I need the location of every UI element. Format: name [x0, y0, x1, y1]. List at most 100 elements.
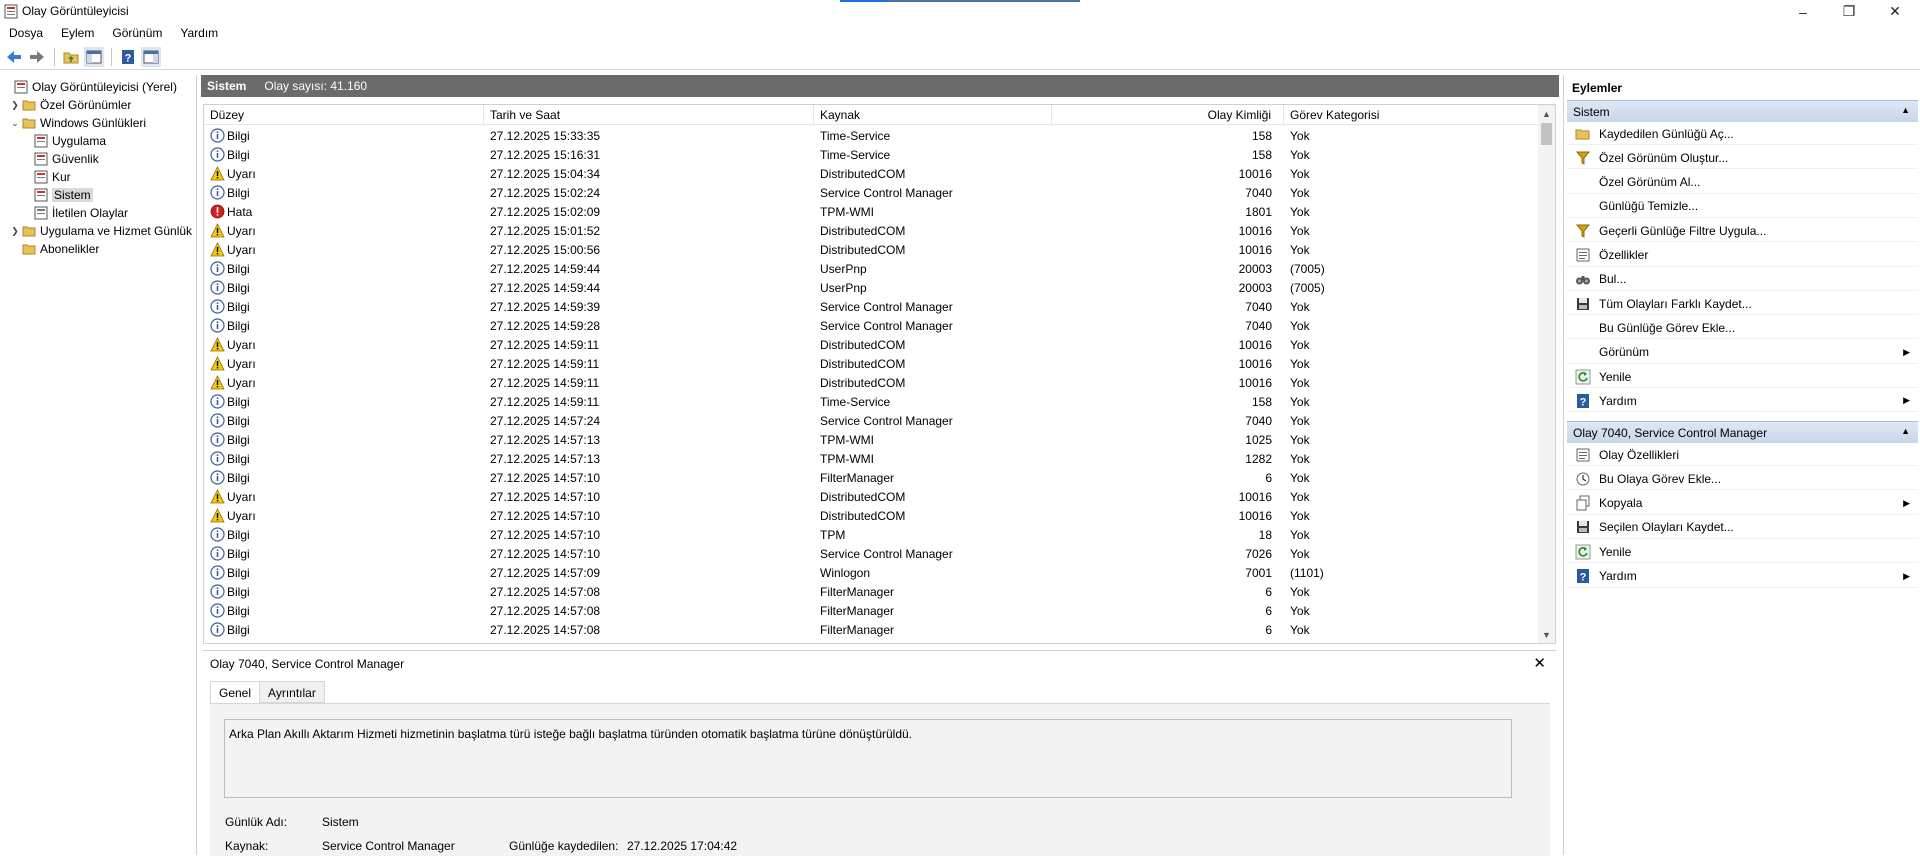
collapse-up-icon[interactable]: ▲: [1901, 426, 1910, 436]
action-item[interactable]: Görünüm ▶: [1567, 342, 1918, 364]
submenu-arrow-icon: ▶: [1903, 497, 1910, 508]
tree-app-service-logs-label: Uygulama ve Hizmet Günlük: [40, 224, 193, 238]
actions-section-header[interactable]: Olay 7040, Service Control Manager ▲: [1567, 421, 1918, 443]
menu-help[interactable]: Yardım: [171, 23, 227, 43]
table-row[interactable]: Hata 27.12.2025 15:02:09 TPM-WMI 1801 Yok: [204, 202, 1539, 221]
tree-app-service-logs[interactable]: ❯ Uygulama ve Hizmet Günlük: [10, 222, 192, 240]
action-item[interactable]: Seçilen Olayları Kaydet...: [1567, 517, 1918, 539]
menu-file[interactable]: Dosya: [0, 23, 52, 43]
action-item[interactable]: ? Yardım ▶: [1567, 566, 1918, 588]
table-row[interactable]: Uyarı 27.12.2025 14:57:10 DistributedCOM 10…: [204, 506, 1539, 525]
log-name-value[interactable]: Sistem: [322, 815, 359, 829]
tree-log-application[interactable]: Uygulama: [32, 132, 106, 150]
table-row[interactable]: Bilgi 27.12.2025 15:02:24 Service Control …: [204, 183, 1539, 202]
action-item[interactable]: Günlüğü Temizle...: [1567, 196, 1918, 218]
table-row[interactable]: Bilgi 27.12.2025 15:33:35 Time-Service 158 Y…: [204, 126, 1539, 145]
back-button[interactable]: [4, 47, 24, 67]
properties-icon: [1575, 447, 1591, 463]
table-row[interactable]: Bilgi 27.12.2025 14:59:44 UserPnp 20003 (700…: [204, 259, 1539, 278]
source-value[interactable]: Service Control Manager: [322, 839, 455, 853]
tab-general[interactable]: Genel: [210, 681, 261, 704]
table-row[interactable]: Bilgi 27.12.2025 14:57:09 Winlogon 7001 (110…: [204, 563, 1539, 582]
action-item[interactable]: Bul...: [1567, 269, 1918, 291]
collapse-chevron-icon[interactable]: ⌄: [10, 118, 20, 129]
close-detail-icon[interactable]: ✕: [1533, 654, 1546, 672]
show-hide-action-pane-button[interactable]: [141, 47, 161, 67]
action-item[interactable]: Bu Olaya Görev Ekle...: [1567, 468, 1918, 491]
action-item[interactable]: Bu Günlüğe Görev Ekle...: [1567, 317, 1918, 340]
table-row[interactable]: Uyarı 27.12.2025 15:00:56 DistributedCOM 10…: [204, 240, 1539, 259]
tree-root[interactable]: Olay Görüntüleyicisi (Yerel): [2, 78, 177, 96]
table-row[interactable]: Uyarı 27.12.2025 15:01:52 DistributedCOM 10…: [204, 221, 1539, 240]
table-row[interactable]: Uyarı 27.12.2025 14:59:11 DistributedCOM 10…: [204, 354, 1539, 373]
expand-chevron-icon[interactable]: ❯: [10, 226, 20, 237]
info-icon: [210, 261, 225, 276]
column-header-event-id[interactable]: Olay Kimliği: [1052, 105, 1284, 125]
column-header-datetime[interactable]: Tarih ve Saat: [484, 105, 814, 125]
action-item[interactable]: Yenile: [1567, 541, 1918, 564]
event-list-scrollbar[interactable]: ▲ ▼: [1538, 105, 1555, 643]
forward-button[interactable]: [27, 47, 47, 67]
action-item[interactable]: Kaydedilen Günlüğü Aç...: [1567, 123, 1918, 145]
table-row[interactable]: Bilgi 27.12.2025 14:57:08 FilterManager 6 Yo…: [204, 601, 1539, 620]
scroll-up-icon[interactable]: ▲: [1538, 105, 1555, 122]
tree-custom-views[interactable]: ❯ Özel Görünümler: [10, 96, 131, 114]
action-item-label: Seçilen Olayları Kaydet...: [1599, 520, 1734, 535]
tab-details[interactable]: Ayrıntılar: [259, 681, 325, 703]
table-row[interactable]: Uyarı 27.12.2025 14:57:10 DistributedCOM 10…: [204, 487, 1539, 506]
logged-value[interactable]: 27.12.2025 17:04:42: [627, 839, 737, 853]
minimize-button[interactable]: –: [1780, 0, 1826, 23]
column-header-task-category[interactable]: Görev Kategorisi: [1284, 105, 1539, 125]
scroll-down-icon[interactable]: ▼: [1538, 626, 1555, 643]
up-folder-button[interactable]: [61, 47, 81, 67]
cell-level: Uyarı: [204, 337, 484, 352]
tree-subscriptions[interactable]: Abonelikler: [10, 240, 99, 258]
tree-log-setup[interactable]: Kur: [32, 168, 71, 186]
table-row[interactable]: Bilgi 27.12.2025 14:57:10 Service Control …: [204, 544, 1539, 563]
column-header-level[interactable]: Düzey: [204, 105, 484, 125]
tree-log-forwarded[interactable]: İletilen Olaylar: [32, 204, 128, 222]
action-item[interactable]: ? Yardım ▶: [1567, 390, 1918, 413]
table-row[interactable]: Uyarı 27.12.2025 14:59:11 DistributedCOM 10…: [204, 373, 1539, 392]
collapse-up-icon[interactable]: ▲: [1901, 105, 1910, 115]
table-row[interactable]: Uyarı 27.12.2025 15:04:34 DistributedCOM 10…: [204, 164, 1539, 183]
source-label: Kaynak:: [225, 839, 269, 853]
action-item[interactable]: Tüm Olayları Farklı Kaydet...: [1567, 293, 1918, 316]
table-row[interactable]: Bilgi 27.12.2025 14:57:10 TPM 18 Yok: [204, 525, 1539, 544]
table-row[interactable]: Bilgi 27.12.2025 14:57:13 TPM-WMI 1025 Yok: [204, 430, 1539, 449]
action-item[interactable]: Özel Görünüm Al...: [1567, 172, 1918, 194]
maximize-button[interactable]: ❐: [1826, 0, 1872, 23]
menu-view[interactable]: Görünüm: [103, 23, 171, 43]
action-item[interactable]: Yenile: [1567, 366, 1918, 388]
expand-chevron-icon[interactable]: ❯: [10, 100, 20, 111]
action-item[interactable]: Özellikler: [1567, 245, 1918, 267]
table-row[interactable]: Bilgi 27.12.2025 14:59:28 Service Control …: [204, 316, 1539, 335]
table-row[interactable]: Bilgi 27.12.2025 14:59:11 Time-Service 158 Y…: [204, 392, 1539, 411]
tree-log-system[interactable]: Sistem: [32, 186, 93, 204]
menu-action[interactable]: Eylem: [52, 23, 103, 43]
table-row[interactable]: Bilgi 27.12.2025 14:59:44 UserPnp 20003 (700…: [204, 278, 1539, 297]
action-item[interactable]: Olay Özellikleri: [1567, 444, 1918, 466]
table-row[interactable]: Bilgi 27.12.2025 14:57:08 FilterManager 6 Yo…: [204, 582, 1539, 601]
tree-windows-logs[interactable]: ⌄ Windows Günlükleri: [10, 114, 146, 132]
help-button[interactable]: ?: [118, 47, 138, 67]
scroll-thumb[interactable]: [1541, 123, 1552, 145]
action-item-label: Bu Günlüğe Görev Ekle...: [1599, 320, 1736, 335]
cell-event-id: 1801: [1245, 204, 1272, 219]
event-description[interactable]: Arka Plan Akıllı Aktarım Hizmeti hizmeti…: [224, 719, 1512, 798]
action-item[interactable]: Özel Görünüm Oluştur...: [1567, 147, 1918, 170]
actions-section-header[interactable]: Sistem ▲: [1567, 100, 1918, 122]
table-row[interactable]: Bilgi 27.12.2025 14:57:10 FilterManager 6 Yo…: [204, 468, 1539, 487]
table-row[interactable]: Bilgi 27.12.2025 14:57:08 FilterManager 6 Yo…: [204, 620, 1539, 639]
table-row[interactable]: Uyarı 27.12.2025 14:59:11 DistributedCOM 10…: [204, 335, 1539, 354]
table-row[interactable]: Bilgi 27.12.2025 14:59:39 Service Control …: [204, 297, 1539, 316]
close-button[interactable]: ✕: [1872, 0, 1918, 23]
tree-log-security[interactable]: Güvenlik: [32, 150, 99, 168]
table-row[interactable]: Bilgi 27.12.2025 14:57:24 Service Control …: [204, 411, 1539, 430]
action-item[interactable]: Kopyala ▶: [1567, 493, 1918, 515]
show-hide-tree-button[interactable]: [84, 47, 104, 67]
table-row[interactable]: Bilgi 27.12.2025 15:16:31 Time-Service 158 Y…: [204, 145, 1539, 164]
column-header-source[interactable]: Kaynak: [814, 105, 1052, 125]
table-row[interactable]: Bilgi 27.12.2025 14:57:13 TPM-WMI 1282 Yok: [204, 449, 1539, 468]
action-item[interactable]: Geçerli Günlüğe Filtre Uygula...: [1567, 220, 1918, 243]
